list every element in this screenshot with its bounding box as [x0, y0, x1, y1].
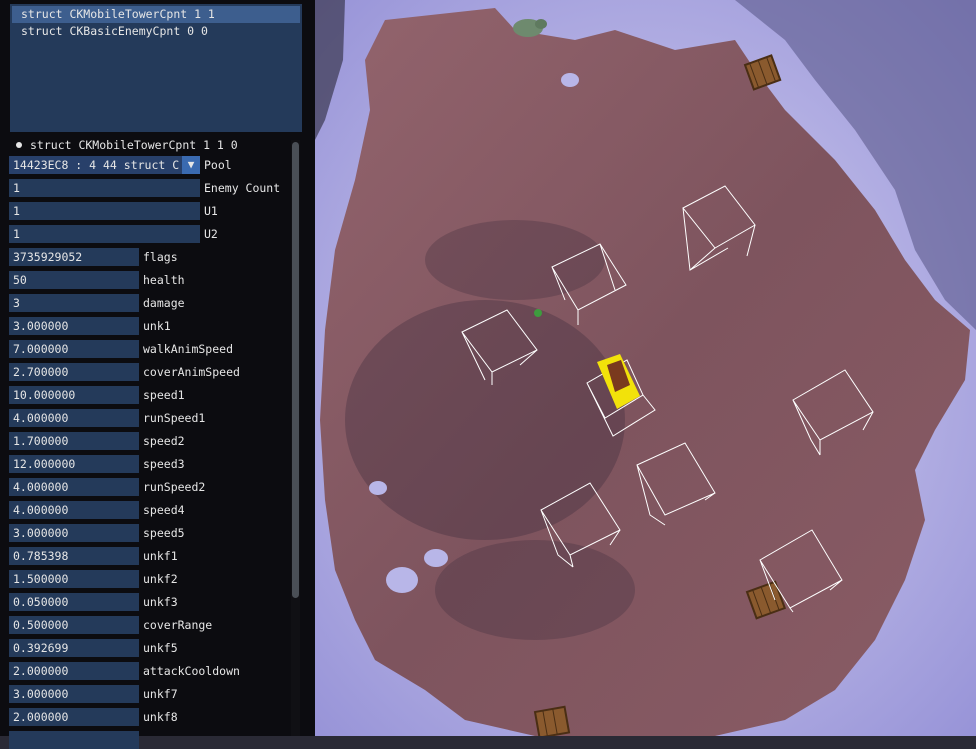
value-input[interactable]: 3	[9, 294, 139, 312]
game-viewport[interactable]	[315, 0, 976, 736]
pool-dropdown[interactable]: 14423EC8 : 4 44 struct C ▼	[9, 156, 200, 174]
value-input[interactable]: 7.000000	[9, 340, 139, 358]
field-label: unkf5	[143, 641, 178, 655]
plant-icon	[534, 309, 542, 317]
pool-dropdown-value: 14423EC8 : 4 44 struct C	[13, 158, 180, 172]
value-input[interactable]: 3.000000	[9, 685, 139, 703]
value-input[interactable]: 0.500000	[9, 616, 139, 634]
scrollbar-thumb[interactable]	[292, 142, 299, 598]
field-label: speed3	[143, 457, 185, 471]
field-label: U2	[204, 227, 218, 241]
tree-bullet-icon	[16, 142, 22, 148]
snow-patch	[369, 481, 387, 495]
field-label: unk1	[143, 319, 171, 333]
field-label: health	[143, 273, 185, 287]
value-input[interactable]: 1.500000	[9, 570, 139, 588]
field-label: U1	[204, 204, 218, 218]
value-input[interactable]: 3.000000	[9, 524, 139, 542]
snow-patch	[561, 73, 579, 87]
list-item[interactable]: struct CKMobileTowerCpnt 1 1	[12, 6, 300, 23]
shadow-area	[345, 300, 625, 540]
value-input[interactable]: 4.000000	[9, 478, 139, 496]
field-label: Enemy Count	[204, 181, 281, 195]
value-input[interactable]: 2.700000	[9, 363, 139, 381]
tree-node-header[interactable]: struct CKMobileTowerCpnt 1 1 0	[30, 137, 238, 153]
value-input[interactable]: 2.000000	[9, 708, 139, 726]
field-label: unkf1	[143, 549, 178, 563]
field-label: coverAnimSpeed	[143, 365, 240, 379]
value-input[interactable]: 50	[9, 271, 139, 289]
field-label: unkf2	[143, 572, 178, 586]
value-input[interactable]: 3.000000	[9, 317, 139, 335]
scrollbar[interactable]	[291, 140, 300, 736]
pool-label: Pool	[204, 158, 232, 172]
field-label: attackCooldown	[143, 664, 240, 678]
component-list[interactable]: struct CKMobileTowerCpnt 1 1 struct CKBa…	[10, 4, 302, 132]
field-label: speed2	[143, 434, 185, 448]
chevron-down-icon[interactable]: ▼	[182, 156, 200, 174]
value-input[interactable]: 4.000000	[9, 501, 139, 519]
value-input[interactable]: 1	[9, 179, 200, 197]
field-label: speed1	[143, 388, 185, 402]
value-input[interactable]: 12.000000	[9, 455, 139, 473]
shadow-area	[435, 540, 635, 640]
crate-icon[interactable]	[533, 705, 571, 736]
field-label: speed5	[143, 526, 185, 540]
inspector-panel: struct CKMobileTowerCpnt 1 1 struct CKBa…	[0, 0, 315, 749]
value-input[interactable]: 2.000000	[9, 662, 139, 680]
field-label: unkf8	[143, 710, 178, 724]
field-label: walkAnimSpeed	[143, 342, 234, 356]
field-label: unkf7	[143, 687, 178, 701]
shadow-area	[425, 220, 605, 300]
value-input[interactable]: 0.785398	[9, 547, 139, 565]
field-label: flags	[143, 250, 178, 264]
value-input[interactable]: 10.000000	[9, 386, 139, 404]
field-label: coverRange	[143, 618, 213, 632]
value-input[interactable]: 1.700000	[9, 432, 139, 450]
snow-patch	[386, 567, 418, 593]
snow-patch	[424, 549, 448, 567]
value-input[interactable]	[9, 731, 139, 749]
value-input[interactable]: 0.050000	[9, 593, 139, 611]
value-input[interactable]: 1	[9, 225, 200, 243]
value-input[interactable]: 0.392699	[9, 639, 139, 657]
value-input[interactable]: 1	[9, 202, 200, 220]
value-input[interactable]: 3735929052	[9, 248, 139, 266]
list-item[interactable]: struct CKBasicEnemyCpnt 0 0	[12, 23, 300, 40]
field-label: runSpeed1	[143, 411, 206, 425]
field-label: speed4	[143, 503, 185, 517]
field-label: runSpeed2	[143, 480, 206, 494]
field-label: unkf3	[143, 595, 178, 609]
value-input[interactable]: 4.000000	[9, 409, 139, 427]
field-label: damage	[143, 296, 185, 310]
